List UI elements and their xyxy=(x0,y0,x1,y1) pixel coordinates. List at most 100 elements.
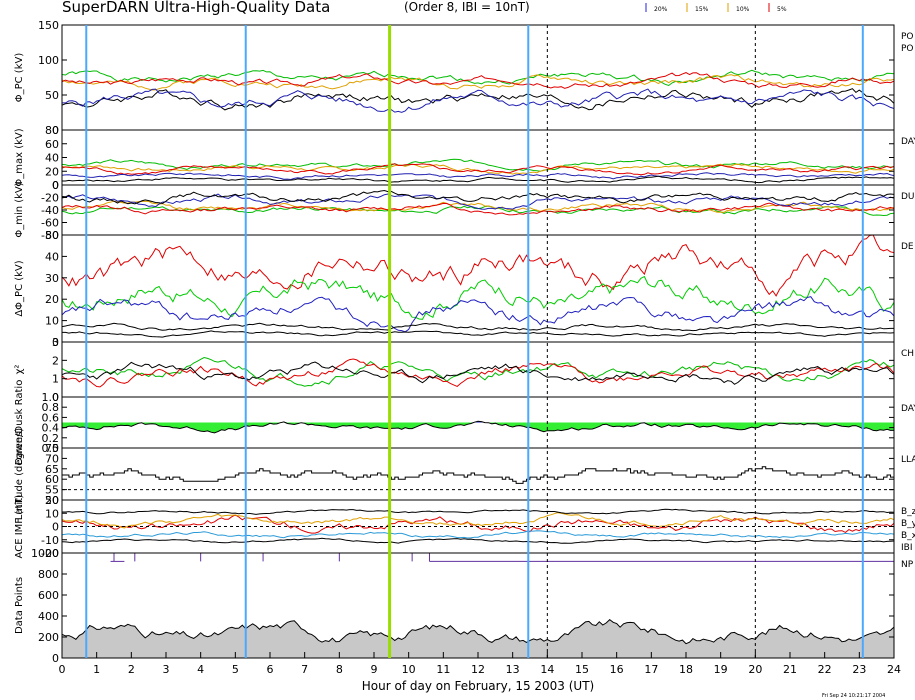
y-tick-label: 75 xyxy=(45,442,59,455)
x-tick-label: 9 xyxy=(371,663,378,676)
footer-timestamp: Fri Sep 24 10:21:17 2004 xyxy=(822,693,885,699)
x-tick-label: 19 xyxy=(714,663,728,676)
y-tick-label: 20 xyxy=(45,494,59,507)
y-tick-label: 150 xyxy=(38,19,59,32)
y-tick-label: 40 xyxy=(45,250,59,263)
series-group xyxy=(62,69,894,113)
y-tick-label: 600 xyxy=(38,589,59,602)
x-tick-label: 1 xyxy=(93,663,100,676)
right-label: PO xyxy=(901,44,914,54)
legend-label: 20% xyxy=(654,6,668,13)
y-tick-label: 3 xyxy=(52,336,59,349)
y-tick-label: -40 xyxy=(41,204,59,217)
series-line xyxy=(62,466,894,484)
panel-frame xyxy=(61,447,895,501)
figure-title: SuperDARN Ultra-High-Quality Data xyxy=(62,0,330,16)
panel-stack: 050100150Φ_PC (kV)POPO020406080Φ_max (kV… xyxy=(14,19,915,665)
right-label: LLA xyxy=(901,455,915,465)
y-tick-label: -10 xyxy=(41,534,59,547)
y-axis-label: Data Points xyxy=(14,577,25,634)
panel: 01020304050ΔΦ_PC (kV)DE xyxy=(14,229,914,349)
y-tick-label: 0 xyxy=(52,521,59,534)
y-tick-label: 1.0 xyxy=(42,391,60,404)
right-label: DE xyxy=(901,242,914,252)
y-axis-label: ΔΦ_PC (kV) xyxy=(14,260,25,316)
x-tick-label: 22 xyxy=(818,663,832,676)
x-tick-label: 15 xyxy=(575,663,589,676)
legend: 20% 15% 10% 5% xyxy=(645,3,787,13)
x-tick-label: 17 xyxy=(644,663,658,676)
right-label: B_y xyxy=(901,519,915,529)
right-label: DU xyxy=(901,192,915,202)
legend-label: 5% xyxy=(777,6,787,13)
series-group xyxy=(62,466,894,484)
series-line xyxy=(62,88,894,113)
y-axis-label: χ² xyxy=(14,365,25,375)
x-tick-label: 5 xyxy=(232,663,239,676)
x-tick-label: 0 xyxy=(59,663,66,676)
series-line xyxy=(62,537,894,544)
y-tick-label: 100 xyxy=(38,54,59,67)
y-axis-label: Φ_max (kV) xyxy=(14,128,25,186)
x-tick-label: 24 xyxy=(887,663,901,676)
x-tick-label: 3 xyxy=(163,663,170,676)
right-label: B_x xyxy=(901,531,915,541)
x-tick-label: 7 xyxy=(301,663,308,676)
y-tick-label: 50 xyxy=(45,89,59,102)
x-tick-label: 12 xyxy=(471,663,485,676)
x-tick-label: 18 xyxy=(679,663,693,676)
y-tick-label: 40 xyxy=(45,152,59,165)
panel: 020406080 Φ_max (kV) DAY xyxy=(14,124,915,192)
series-group xyxy=(62,189,894,217)
x-tick-label: 8 xyxy=(336,663,343,676)
series-group xyxy=(62,356,894,388)
series-line xyxy=(62,235,894,297)
y-tick-label: 30 xyxy=(45,272,59,285)
y-tick-label: 1000 xyxy=(31,547,59,560)
y-tick-label: 20 xyxy=(45,293,59,306)
y-tick-label: 200 xyxy=(38,631,59,644)
y-tick-label: 60 xyxy=(45,138,59,151)
y-axis-label: ACE IMF (nT) xyxy=(14,494,25,558)
x-tick-label: 13 xyxy=(506,663,520,676)
series-group xyxy=(62,235,894,338)
right-label: DAY xyxy=(901,404,915,414)
panel: -80-60-40-200Φ_min (kV) DU xyxy=(14,179,915,242)
series-group xyxy=(62,420,894,434)
y-axis-label: Φ_min (kV) xyxy=(14,182,25,237)
panel: 505560657075Latitude (degrees) LLA xyxy=(14,428,915,520)
y-tick-label: 400 xyxy=(38,610,59,623)
right-label: NP xyxy=(901,560,914,570)
right-label: B_z xyxy=(901,507,915,517)
x-tick-label: 2 xyxy=(128,663,135,676)
y-axis-label: Φ_PC (kV) xyxy=(14,53,25,103)
panel: 0.00.20.40.60.81.0Dawn/Dusk RatioDAY xyxy=(14,380,915,466)
x-axis-label: Hour of day on February, 15 2003 (UT) xyxy=(362,679,594,693)
panel: 02004006008001000Data PointsNP xyxy=(14,547,914,665)
series-group xyxy=(62,158,894,184)
right-label: IBI xyxy=(901,543,912,553)
legend-label: 10% xyxy=(736,6,750,13)
x-tick-label: 10 xyxy=(402,663,416,676)
x-tick-label: 21 xyxy=(783,663,797,676)
dusk-fill xyxy=(62,422,894,433)
panel: -20-1001020ACE IMF (nT) B_zB_yB_xIBI xyxy=(14,494,915,560)
right-label: PO xyxy=(901,32,914,42)
right-label: DAY xyxy=(901,137,915,147)
x-tick-label: 20 xyxy=(748,663,762,676)
legend-label: 15% xyxy=(695,6,709,13)
series-line xyxy=(62,322,894,332)
series-group xyxy=(62,553,894,658)
x-tick-label: 6 xyxy=(267,663,274,676)
y-tick-label: 50 xyxy=(45,229,59,242)
y-tick-label: 2 xyxy=(52,354,59,367)
x-tick-label: 14 xyxy=(540,663,554,676)
y-tick-label: 10 xyxy=(45,507,59,520)
series-line xyxy=(62,530,894,539)
series-line xyxy=(62,175,894,184)
y-tick-label: 20 xyxy=(45,165,59,178)
y-tick-label: 10 xyxy=(45,315,59,328)
series-line xyxy=(62,508,894,515)
y-tick-label: 0 xyxy=(52,179,59,192)
series-line xyxy=(62,193,894,210)
